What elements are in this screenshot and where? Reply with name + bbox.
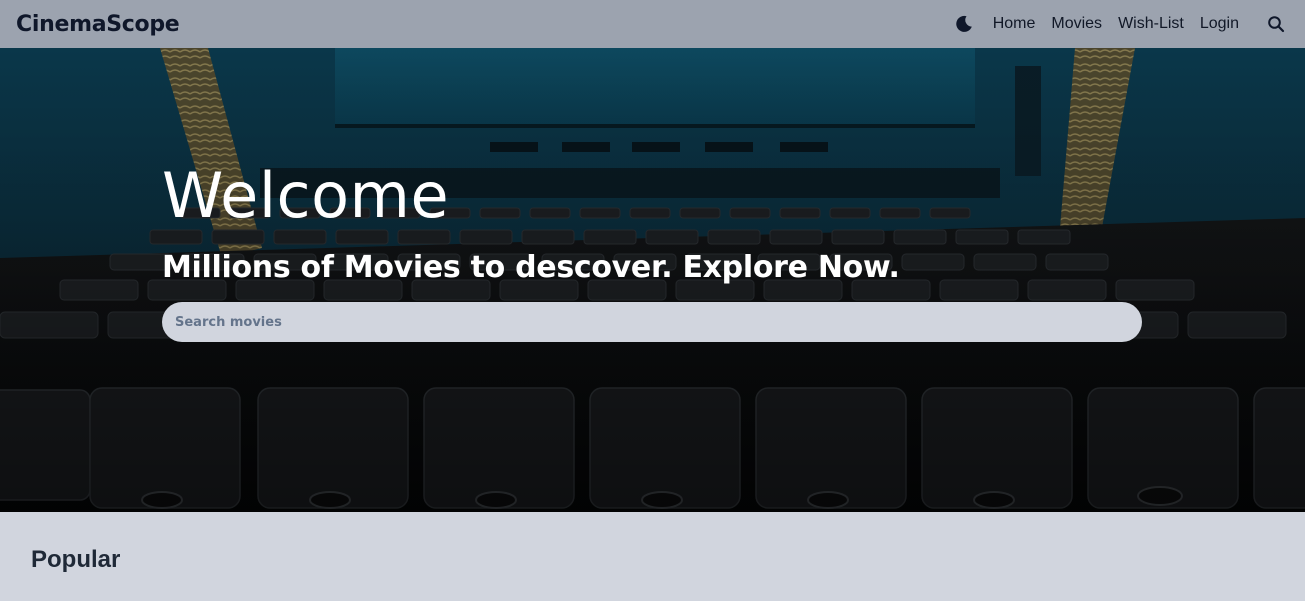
popular-section-title: Popular (31, 546, 121, 573)
popular-section: Popular (0, 512, 1305, 601)
nav-link-login[interactable]: Login (1200, 15, 1239, 33)
nav-menu: Home Movies Wish-List Login (953, 13, 1289, 35)
moon-icon[interactable] (953, 13, 975, 35)
hero-subtitle: Millions of Movies to descover. Explore … (162, 250, 900, 285)
top-navbar: CinemaScope Home Movies Wish-List Login (0, 0, 1305, 48)
nav-link-movies[interactable]: Movies (1051, 15, 1102, 33)
nav-link-home[interactable]: Home (993, 15, 1036, 33)
hero-content: Welcome Millions of Movies to descover. … (162, 156, 1142, 342)
hero-title: Welcome (162, 159, 450, 232)
search-icon[interactable] (1265, 13, 1287, 35)
movie-search-input[interactable] (162, 302, 1142, 342)
brand-logo[interactable]: CinemaScope (16, 12, 180, 37)
hero-section: Welcome Millions of Movies to descover. … (0, 48, 1305, 512)
nav-link-wish-list[interactable]: Wish-List (1118, 15, 1184, 33)
